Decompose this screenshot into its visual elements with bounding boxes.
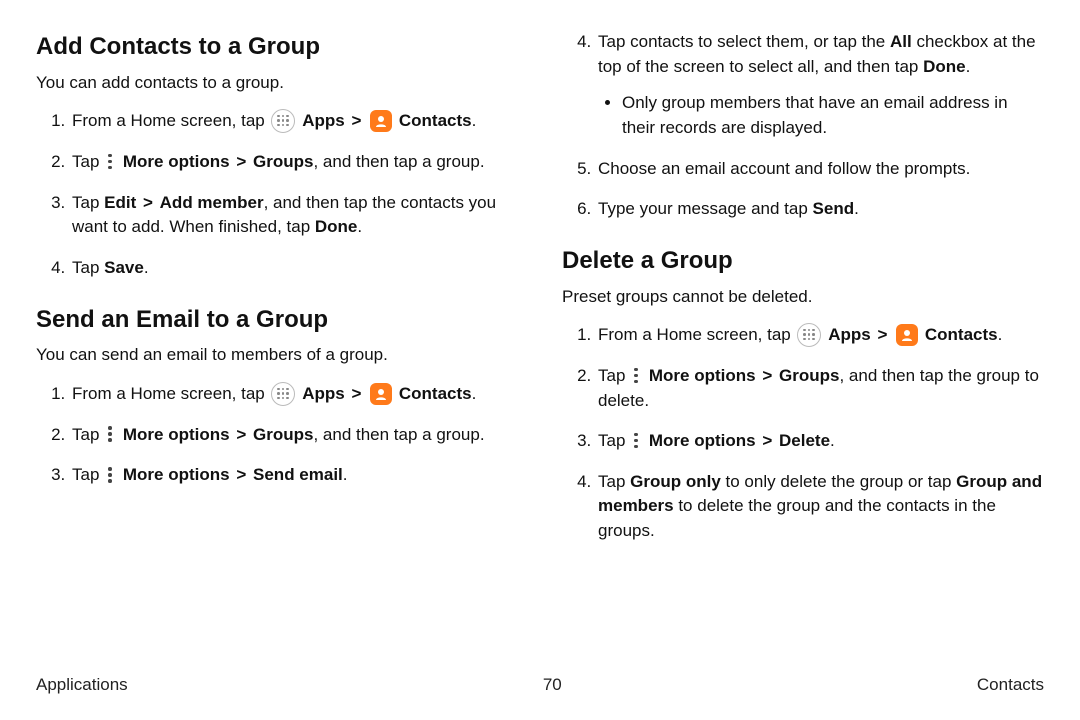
steps-send-email-b: Tap contacts to select them, or tap the … — [562, 30, 1044, 222]
apps-icon — [271, 109, 295, 133]
steps-send-email-a: From a Home screen, tap Apps > Contacts.… — [36, 382, 518, 488]
step: Tap Save. — [70, 256, 518, 281]
step: From a Home screen, tap Apps > Contacts. — [596, 323, 1044, 348]
more-options-icon — [104, 466, 116, 484]
chevron-icon: > — [760, 431, 774, 450]
chevron-icon: > — [349, 111, 363, 130]
heading-add-contacts: Add Contacts to a Group — [36, 30, 518, 65]
heading-send-email: Send an Email to a Group — [36, 303, 518, 338]
step: Tap contacts to select them, or tap the … — [596, 30, 1044, 141]
content-columns: Add Contacts to a Group You can add cont… — [36, 30, 1044, 650]
substeps: Only group members that have an email ad… — [598, 91, 1044, 140]
page-footer: Applications 70 Contacts — [36, 673, 1044, 698]
intro-add-contacts: You can add contacts to a group. — [36, 71, 518, 96]
step: Tap Edit > Add member, and then tap the … — [70, 191, 518, 240]
contacts-icon — [370, 383, 392, 405]
chevron-icon: > — [349, 384, 363, 403]
step: Tap Group only to only delete the group … — [596, 470, 1044, 544]
chevron-icon: > — [760, 366, 774, 385]
more-options-icon — [630, 366, 642, 384]
step: Tap More options > Delete. — [596, 429, 1044, 454]
substep: Only group members that have an email ad… — [622, 91, 1044, 140]
section-send-email: Send an Email to a Group You can send an… — [36, 303, 518, 488]
step: Tap More options > Groups, and then tap … — [70, 423, 518, 448]
contacts-icon — [370, 110, 392, 132]
apps-icon — [797, 323, 821, 347]
step: Tap More options > Groups, and then tap … — [596, 364, 1044, 413]
step: Choose an email account and follow the p… — [596, 157, 1044, 182]
more-options-icon — [104, 153, 116, 171]
more-options-icon — [630, 432, 642, 450]
heading-delete-group: Delete a Group — [562, 244, 1044, 279]
steps-delete-group: From a Home screen, tap Apps > Contacts.… — [562, 323, 1044, 543]
footer-page-number: 70 — [543, 673, 562, 698]
section-add-contacts: Add Contacts to a Group You can add cont… — [36, 30, 518, 281]
footer-left: Applications — [36, 673, 128, 698]
footer-right: Contacts — [977, 673, 1044, 698]
intro-send-email: You can send an email to members of a gr… — [36, 343, 518, 368]
intro-delete-group: Preset groups cannot be deleted. — [562, 285, 1044, 310]
section-delete-group: Delete a Group Preset groups cannot be d… — [562, 244, 1044, 544]
section-send-email-cont: Tap contacts to select them, or tap the … — [562, 30, 1044, 222]
chevron-icon: > — [875, 325, 889, 344]
step: From a Home screen, tap Apps > Contacts. — [70, 109, 518, 134]
contacts-icon — [896, 324, 918, 346]
step: From a Home screen, tap Apps > Contacts. — [70, 382, 518, 407]
apps-icon — [271, 382, 295, 406]
steps-add-contacts: From a Home screen, tap Apps > Contacts.… — [36, 109, 518, 280]
chevron-icon: > — [234, 152, 248, 171]
chevron-icon: > — [234, 465, 248, 484]
more-options-icon — [104, 425, 116, 443]
chevron-icon: > — [234, 425, 248, 444]
step: Tap More options > Groups, and then tap … — [70, 150, 518, 175]
chevron-icon: > — [141, 193, 155, 212]
manual-page: Add Contacts to a Group You can add cont… — [0, 0, 1080, 720]
step: Tap More options > Send email. — [70, 463, 518, 488]
step: Type your message and tap Send. — [596, 197, 1044, 222]
